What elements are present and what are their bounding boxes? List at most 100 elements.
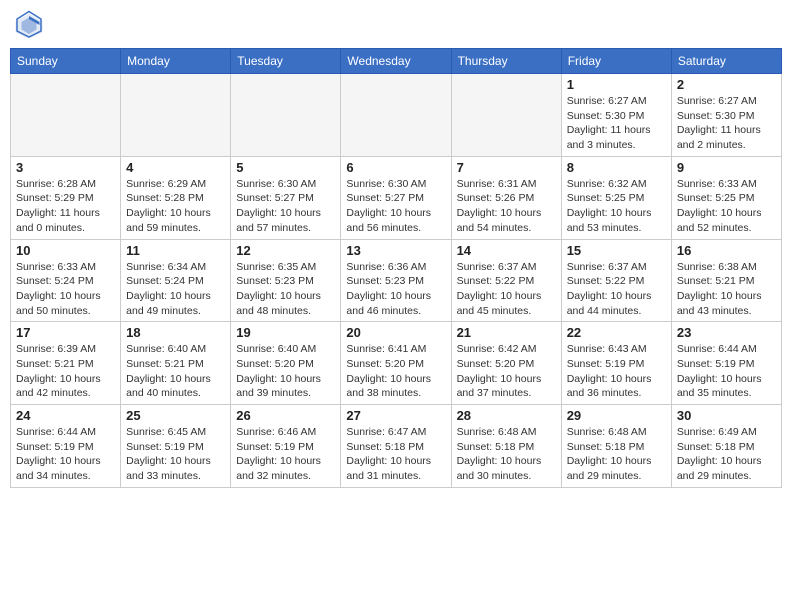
logo-icon (14, 10, 44, 40)
day-cell-17: 17 Sunrise: 6:39 AMSunset: 5:21 PMDayligh… (11, 322, 121, 405)
day-info: Sunrise: 6:47 AMSunset: 5:18 PMDaylight:… (346, 425, 445, 484)
empty-cell (451, 74, 561, 157)
day-info: Sunrise: 6:41 AMSunset: 5:20 PMDaylight:… (346, 342, 445, 401)
weekday-header-monday: Monday (121, 49, 231, 74)
day-cell-18: 18 Sunrise: 6:40 AMSunset: 5:21 PMDayligh… (121, 322, 231, 405)
day-info: Sunrise: 6:34 AMSunset: 5:24 PMDaylight:… (126, 260, 225, 319)
day-cell-16: 16 Sunrise: 6:38 AMSunset: 5:21 PMDayligh… (671, 239, 781, 322)
day-number: 6 (346, 160, 445, 175)
day-info: Sunrise: 6:48 AMSunset: 5:18 PMDaylight:… (457, 425, 556, 484)
week-row-5: 24 Sunrise: 6:44 AMSunset: 5:19 PMDayligh… (11, 405, 782, 488)
day-cell-25: 25 Sunrise: 6:45 AMSunset: 5:19 PMDayligh… (121, 405, 231, 488)
day-cell-8: 8 Sunrise: 6:32 AMSunset: 5:25 PMDaylight… (561, 156, 671, 239)
day-number: 8 (567, 160, 666, 175)
weekday-header-wednesday: Wednesday (341, 49, 451, 74)
day-info: Sunrise: 6:32 AMSunset: 5:25 PMDaylight:… (567, 177, 666, 236)
day-number: 30 (677, 408, 776, 423)
day-info: Sunrise: 6:31 AMSunset: 5:26 PMDaylight:… (457, 177, 556, 236)
day-cell-20: 20 Sunrise: 6:41 AMSunset: 5:20 PMDayligh… (341, 322, 451, 405)
day-cell-1: 1Sunrise: 6:27 AMSunset: 5:30 PMDaylight… (561, 74, 671, 157)
weekday-header-saturday: Saturday (671, 49, 781, 74)
day-cell-12: 12 Sunrise: 6:35 AMSunset: 5:23 PMDayligh… (231, 239, 341, 322)
weekday-header-thursday: Thursday (451, 49, 561, 74)
day-number: 17 (16, 325, 115, 340)
day-info: Sunrise: 6:46 AMSunset: 5:19 PMDaylight:… (236, 425, 335, 484)
weekday-header-sunday: Sunday (11, 49, 121, 74)
day-cell-10: 10Sunrise: 6:33 AMSunset: 5:24 PMDayligh… (11, 239, 121, 322)
day-info: Sunrise: 6:38 AMSunset: 5:21 PMDaylight:… (677, 260, 776, 319)
day-cell-29: 29 Sunrise: 6:48 AMSunset: 5:18 PMDayligh… (561, 405, 671, 488)
empty-cell (341, 74, 451, 157)
day-cell-28: 28 Sunrise: 6:48 AMSunset: 5:18 PMDayligh… (451, 405, 561, 488)
day-number: 16 (677, 243, 776, 258)
day-info: Sunrise: 6:30 AMSunset: 5:27 PMDaylight:… (236, 177, 335, 236)
day-number: 29 (567, 408, 666, 423)
day-number: 27 (346, 408, 445, 423)
week-row-4: 17 Sunrise: 6:39 AMSunset: 5:21 PMDayligh… (11, 322, 782, 405)
day-cell-6: 6 Sunrise: 6:30 AMSunset: 5:27 PMDaylight… (341, 156, 451, 239)
day-number: 25 (126, 408, 225, 423)
day-info: Sunrise: 6:49 AMSunset: 5:18 PMDaylight:… (677, 425, 776, 484)
day-number: 13 (346, 243, 445, 258)
day-cell-3: 3 Sunrise: 6:28 AMSunset: 5:29 PMDaylight… (11, 156, 121, 239)
day-info: Sunrise: 6:45 AMSunset: 5:19 PMDaylight:… (126, 425, 225, 484)
day-info: Sunrise: 6:48 AMSunset: 5:18 PMDaylight:… (567, 425, 666, 484)
day-number: 15 (567, 243, 666, 258)
day-info: Sunrise: 6:30 AMSunset: 5:27 PMDaylight:… (346, 177, 445, 236)
day-info: Sunrise: 6:42 AMSunset: 5:20 PMDaylight:… (457, 342, 556, 401)
empty-cell (231, 74, 341, 157)
day-info: Sunrise: 6:39 AMSunset: 5:21 PMDaylight:… (16, 342, 115, 401)
day-info: Sunrise: 6:43 AMSunset: 5:19 PMDaylight:… (567, 342, 666, 401)
day-cell-5: 5 Sunrise: 6:30 AMSunset: 5:27 PMDaylight… (231, 156, 341, 239)
day-cell-21: 21 Sunrise: 6:42 AMSunset: 5:20 PMDayligh… (451, 322, 561, 405)
day-cell-15: 15 Sunrise: 6:37 AMSunset: 5:22 PMDayligh… (561, 239, 671, 322)
day-info: Sunrise: 6:44 AMSunset: 5:19 PMDaylight:… (16, 425, 115, 484)
day-number: 26 (236, 408, 335, 423)
day-info: Sunrise: 6:33 AMSunset: 5:24 PMDaylight:… (16, 260, 115, 319)
day-cell-7: 7Sunrise: 6:31 AMSunset: 5:26 PMDaylight… (451, 156, 561, 239)
day-cell-26: 26 Sunrise: 6:46 AMSunset: 5:19 PMDayligh… (231, 405, 341, 488)
day-info: Sunrise: 6:44 AMSunset: 5:19 PMDaylight:… (677, 342, 776, 401)
day-cell-22: 22 Sunrise: 6:43 AMSunset: 5:19 PMDayligh… (561, 322, 671, 405)
day-number: 23 (677, 325, 776, 340)
day-number: 12 (236, 243, 335, 258)
calendar-table: SundayMondayTuesdayWednesdayThursdayFrid… (10, 48, 782, 488)
day-cell-19: 19 Sunrise: 6:40 AMSunset: 5:20 PMDayligh… (231, 322, 341, 405)
weekday-header-friday: Friday (561, 49, 671, 74)
day-info: Sunrise: 6:40 AMSunset: 5:20 PMDaylight:… (236, 342, 335, 401)
day-cell-24: 24 Sunrise: 6:44 AMSunset: 5:19 PMDayligh… (11, 405, 121, 488)
day-cell-9: 9 Sunrise: 6:33 AMSunset: 5:25 PMDaylight… (671, 156, 781, 239)
day-number: 5 (236, 160, 335, 175)
day-number: 24 (16, 408, 115, 423)
day-info: Sunrise: 6:27 AMSunset: 5:30 PMDaylight:… (677, 94, 776, 153)
day-cell-2: 2Sunrise: 6:27 AMSunset: 5:30 PMDaylight… (671, 74, 781, 157)
week-row-1: 1Sunrise: 6:27 AMSunset: 5:30 PMDaylight… (11, 74, 782, 157)
day-number: 18 (126, 325, 225, 340)
day-info: Sunrise: 6:37 AMSunset: 5:22 PMDaylight:… (457, 260, 556, 319)
day-number: 19 (236, 325, 335, 340)
day-cell-27: 27 Sunrise: 6:47 AMSunset: 5:18 PMDayligh… (341, 405, 451, 488)
day-info: Sunrise: 6:36 AMSunset: 5:23 PMDaylight:… (346, 260, 445, 319)
empty-cell (11, 74, 121, 157)
day-number: 3 (16, 160, 115, 175)
day-info: Sunrise: 6:35 AMSunset: 5:23 PMDaylight:… (236, 260, 335, 319)
logo (14, 10, 48, 40)
day-number: 22 (567, 325, 666, 340)
day-number: 11 (126, 243, 225, 258)
day-cell-4: 4Sunrise: 6:29 AMSunset: 5:28 PMDaylight… (121, 156, 231, 239)
day-number: 20 (346, 325, 445, 340)
day-number: 14 (457, 243, 556, 258)
page-header (10, 10, 782, 40)
weekday-row: SundayMondayTuesdayWednesdayThursdayFrid… (11, 49, 782, 74)
day-cell-13: 13 Sunrise: 6:36 AMSunset: 5:23 PMDayligh… (341, 239, 451, 322)
day-info: Sunrise: 6:40 AMSunset: 5:21 PMDaylight:… (126, 342, 225, 401)
day-info: Sunrise: 6:28 AMSunset: 5:29 PMDaylight:… (16, 177, 115, 236)
day-cell-30: 30 Sunrise: 6:49 AMSunset: 5:18 PMDayligh… (671, 405, 781, 488)
day-info: Sunrise: 6:33 AMSunset: 5:25 PMDaylight:… (677, 177, 776, 236)
day-info: Sunrise: 6:37 AMSunset: 5:22 PMDaylight:… (567, 260, 666, 319)
day-cell-14: 14 Sunrise: 6:37 AMSunset: 5:22 PMDayligh… (451, 239, 561, 322)
day-number: 28 (457, 408, 556, 423)
calendar-header: SundayMondayTuesdayWednesdayThursdayFrid… (11, 49, 782, 74)
day-number: 9 (677, 160, 776, 175)
day-number: 21 (457, 325, 556, 340)
